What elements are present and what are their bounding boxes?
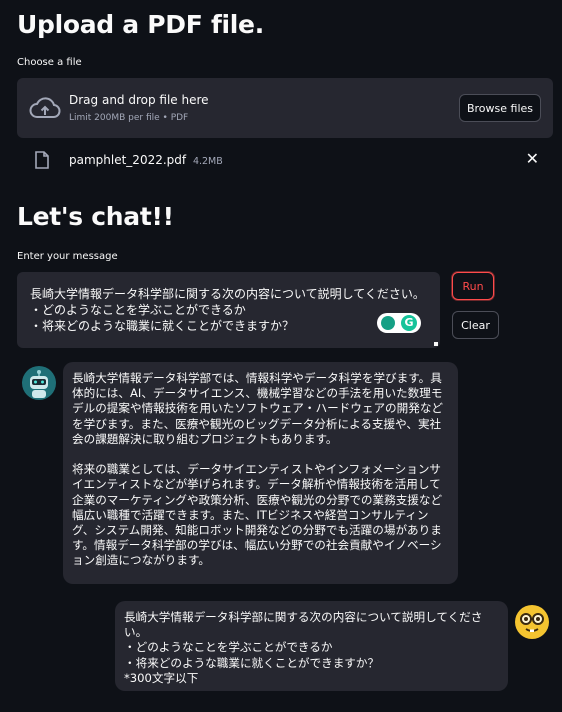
run-button[interactable]: Run bbox=[452, 272, 494, 300]
file-dropzone[interactable]: Drag and drop file here Limit 200MB per … bbox=[17, 78, 553, 138]
user-message: 長崎大学情報データ科学部に関する次の内容について説明してください。 ・どのような… bbox=[115, 601, 508, 691]
dropzone-title: Drag and drop file here bbox=[69, 93, 209, 107]
chat-heading: Let's chat!! bbox=[17, 202, 174, 231]
clear-button[interactable]: Clear bbox=[452, 311, 499, 339]
nerd-face-avatar-icon bbox=[515, 605, 549, 639]
upload-heading: Upload a PDF file. bbox=[17, 10, 264, 39]
grammar-suggestion-icon[interactable] bbox=[381, 316, 395, 330]
dropzone-limit-text: Limit 200MB per file • PDF bbox=[69, 113, 189, 123]
close-icon[interactable]: ✕ bbox=[526, 149, 539, 168]
message-input-label: Enter your message bbox=[17, 251, 118, 262]
assistant-message: 長崎大学情報データ科学部では、情報科学やデータ科学を学びます。具体的には、AI、… bbox=[63, 362, 458, 584]
grammarly-icon[interactable]: G bbox=[401, 315, 417, 331]
resize-handle-icon[interactable] bbox=[434, 342, 438, 346]
browse-files-button[interactable]: Browse files bbox=[459, 94, 541, 122]
grammar-assistant-widget[interactable]: G bbox=[377, 313, 421, 333]
file-icon bbox=[35, 151, 49, 169]
uploaded-file-row: pamphlet_2022.pdf 4.2MB ✕ bbox=[17, 147, 553, 173]
file-uploader-label: Choose a file bbox=[17, 57, 82, 68]
uploaded-file-name: pamphlet_2022.pdf bbox=[69, 153, 187, 167]
uploaded-file-size: 4.2MB bbox=[192, 156, 223, 167]
message-textarea[interactable]: 長崎大学情報データ科学部に関する次の内容について説明してください。 ・どのような… bbox=[17, 272, 440, 348]
robot-avatar-icon bbox=[22, 366, 56, 400]
message-textarea-value: 長崎大学情報データ科学部に関する次の内容について説明してください。 ・どのような… bbox=[30, 287, 425, 333]
cloud-upload-icon bbox=[29, 97, 61, 118]
